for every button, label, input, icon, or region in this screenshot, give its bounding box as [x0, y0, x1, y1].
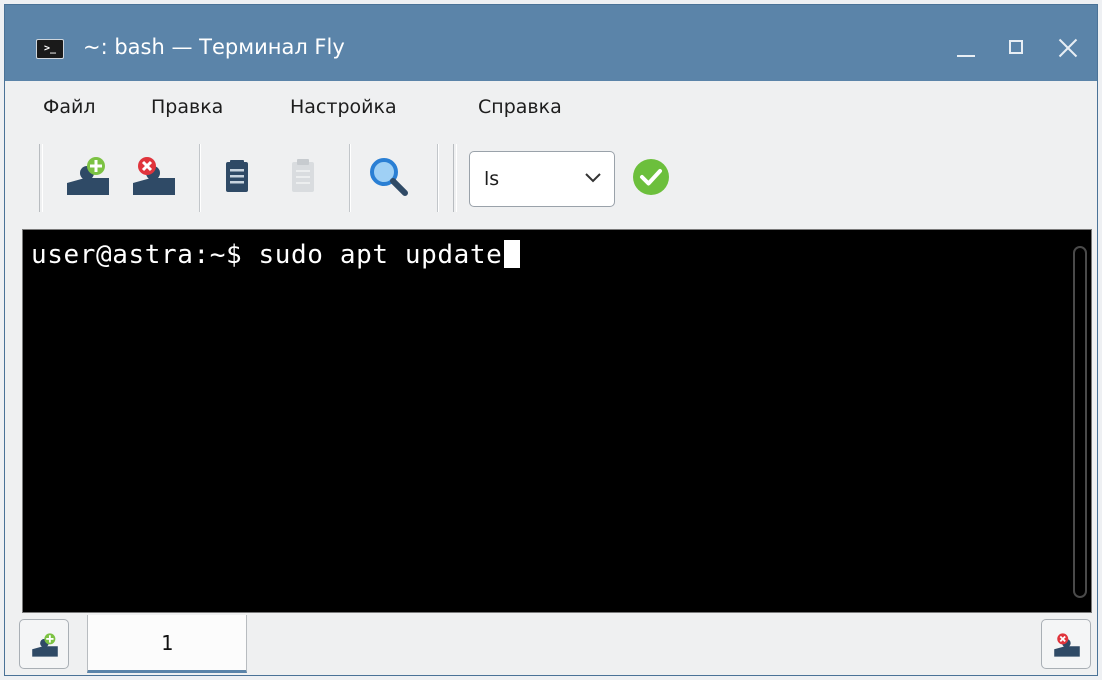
text-cursor [504, 240, 521, 268]
toolbar-separator [349, 144, 350, 212]
toolbar-separator [437, 144, 438, 212]
search-button[interactable] [365, 153, 411, 199]
toolbar-separator [199, 144, 200, 212]
new-tab-button[interactable] [19, 619, 69, 669]
close-tab-button[interactable] [1041, 619, 1091, 669]
search-icon [370, 158, 408, 196]
terminal-line: user@astra:~$ sudo apt update [31, 240, 521, 270]
copy-button[interactable] [215, 153, 261, 199]
menu-help[interactable]: Справка [478, 96, 562, 118]
terminal-command: sudo apt update [258, 240, 503, 270]
new-session-button[interactable] [65, 153, 111, 199]
paste-icon [292, 159, 314, 192]
close-session-icon [133, 157, 175, 195]
window-title: ~: bash — Терминал Fly [83, 35, 345, 59]
run-command-button[interactable] [631, 157, 671, 197]
new-session-icon [67, 157, 109, 195]
close-tab-icon [1054, 633, 1080, 657]
new-tab-icon [32, 633, 58, 657]
chevron-down-icon [585, 173, 601, 183]
close-icon[interactable] [1053, 33, 1083, 63]
tab-label: 1 [160, 631, 174, 655]
title-bar[interactable]: >_ ~: bash — Терминал Fly [5, 5, 1097, 81]
copy-icon [226, 160, 248, 192]
checkmark-circle-icon [633, 159, 669, 195]
maximize-icon[interactable] [1001, 33, 1031, 63]
menu-file[interactable]: Файл [43, 96, 96, 118]
terminal-app-icon: >_ [36, 39, 64, 59]
menu-edit[interactable]: Правка [151, 96, 223, 118]
paste-button[interactable] [281, 153, 327, 199]
menu-bar: Файл Правка Настройка Справка [5, 81, 1097, 133]
menu-settings[interactable]: Настройка [290, 96, 397, 118]
minimize-icon[interactable] [951, 33, 981, 63]
terminal-prompt: user@astra:~$ [31, 240, 259, 270]
toolbar-grip[interactable] [453, 144, 457, 212]
toolbar: ls [5, 133, 1097, 229]
command-combobox[interactable]: ls [469, 151, 615, 207]
tab-1[interactable]: 1 [87, 615, 247, 673]
terminal-window: >_ ~: bash — Терминал Fly Файл Правка На… [4, 4, 1098, 676]
command-combobox-value: ls [484, 168, 500, 190]
tab-bar: 1 [5, 613, 1097, 677]
terminal-area[interactable]: user@astra:~$ sudo apt update [22, 229, 1092, 613]
toolbar-grip[interactable] [39, 144, 43, 212]
terminal-scrollbar[interactable] [1073, 246, 1087, 598]
close-session-button[interactable] [131, 153, 177, 199]
